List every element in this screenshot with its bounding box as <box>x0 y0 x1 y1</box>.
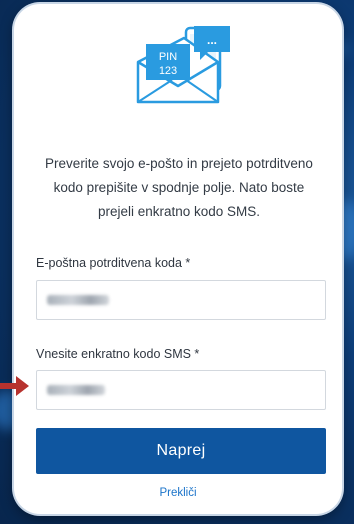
email-code-label: E-poštna potrditvena koda * <box>36 256 191 270</box>
verification-card: PIN 123 ... Preverite svojo e-pošto in p… <box>14 4 342 514</box>
cancel-link[interactable]: Prekliči <box>14 487 342 499</box>
sms-code-label: Vnesite enkratno kodo SMS * <box>36 347 200 361</box>
chat-bubble-dots: ... <box>207 33 217 47</box>
sms-code-input[interactable] <box>36 370 326 410</box>
arrow-pointer-icon <box>0 376 29 396</box>
obscured-value <box>47 385 105 395</box>
instruction-text: Preverite svojo e-pošto in prejeto potrd… <box>45 156 313 219</box>
obscured-value <box>47 295 109 305</box>
envelope-pin-text: PIN <box>159 51 177 63</box>
envelope-phone-icon: PIN 123 ... <box>136 26 230 104</box>
email-code-input[interactable] <box>36 280 326 320</box>
next-button[interactable]: Naprej <box>36 428 326 474</box>
